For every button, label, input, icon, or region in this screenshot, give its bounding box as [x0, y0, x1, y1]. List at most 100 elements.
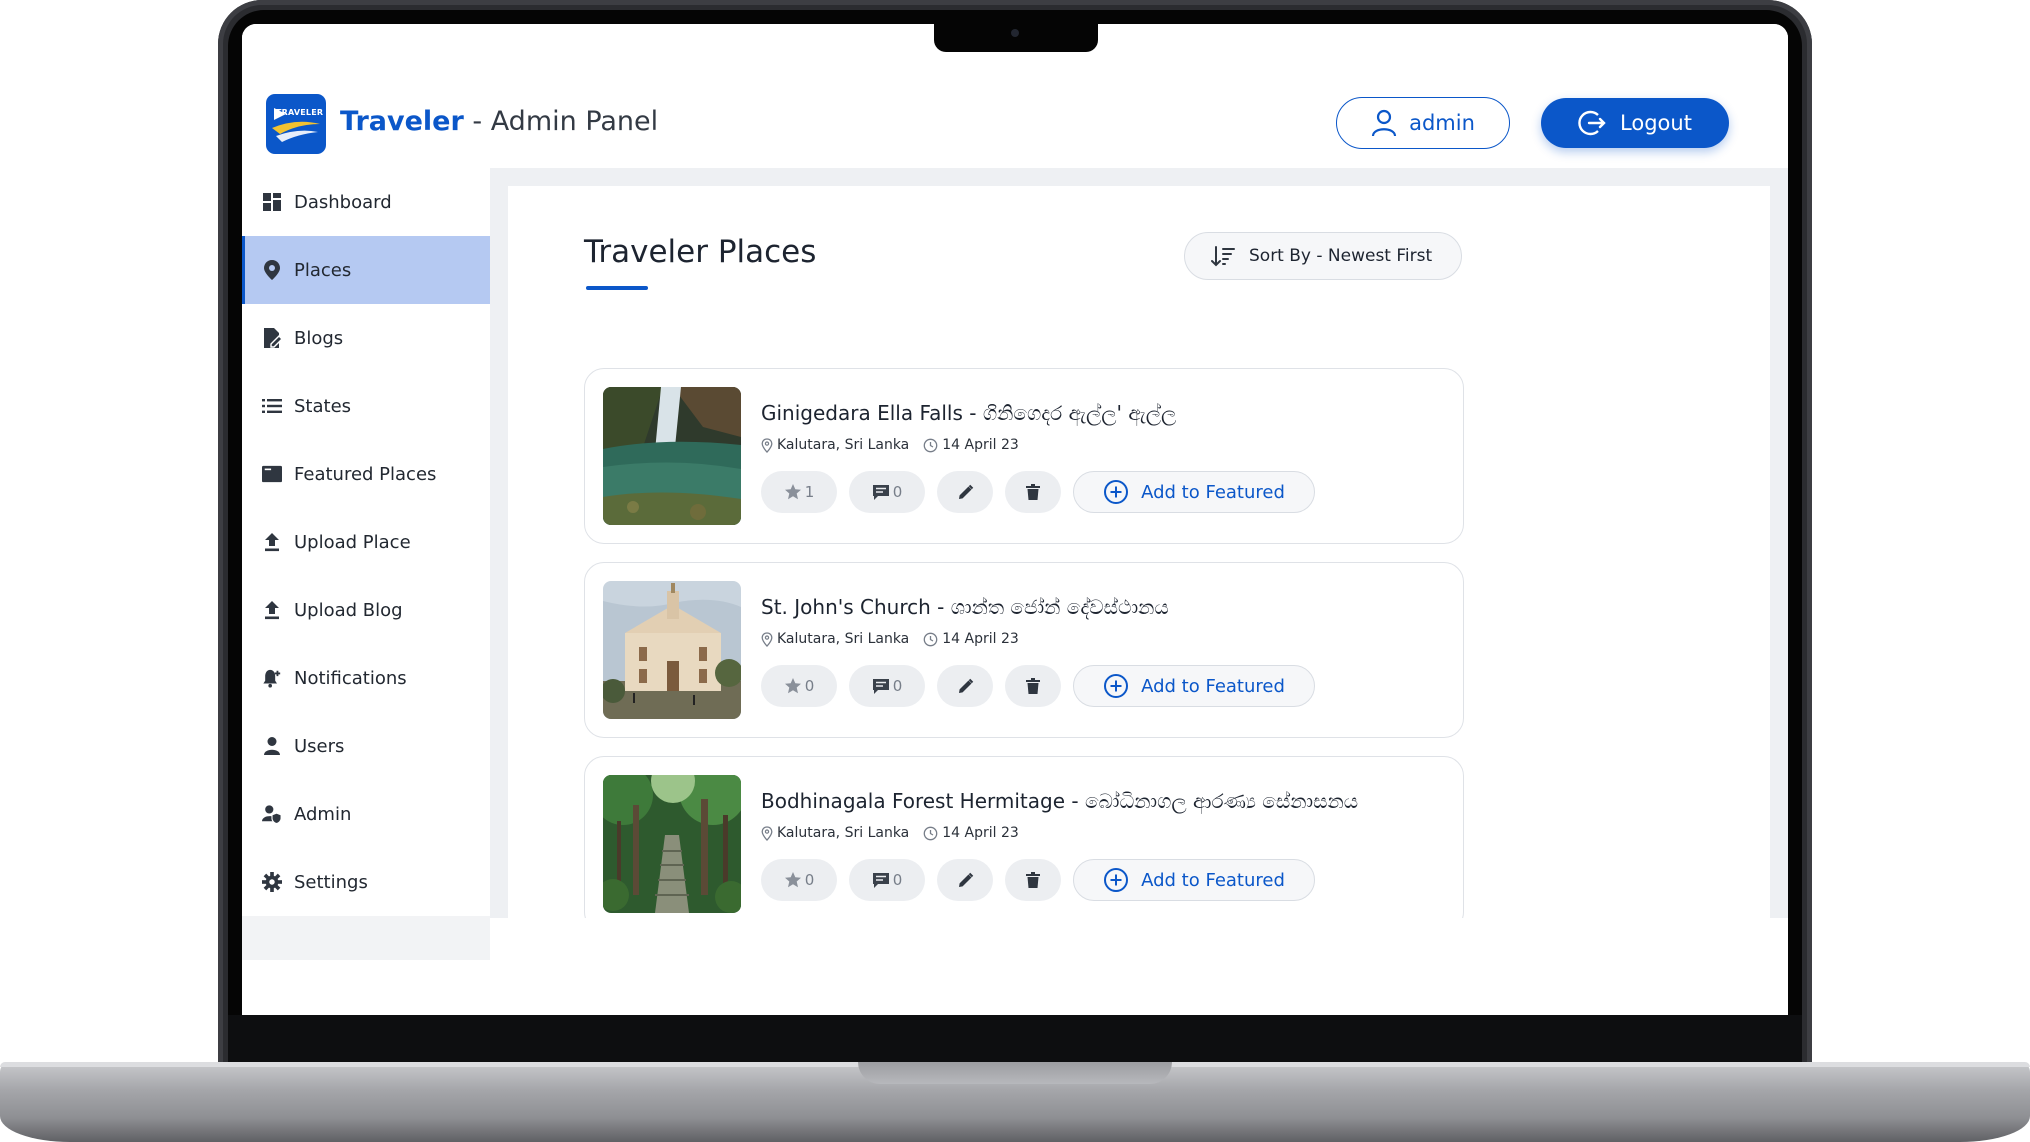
comment-icon [872, 484, 889, 500]
star-icon [784, 678, 801, 694]
place-meta: Kalutara, Sri Lanka 14 April 23 [761, 631, 1019, 647]
traveler-logo: TRAVELER [266, 94, 326, 154]
place-location: Kalutara, Sri Lanka [777, 631, 910, 647]
star-icon [784, 872, 801, 888]
sidebar-item-places[interactable]: Places [242, 236, 490, 304]
trash-icon [1026, 484, 1040, 500]
laptop-chin [228, 1015, 1802, 1065]
edit-button[interactable] [937, 859, 993, 901]
sidebar-item-label: Admin [294, 803, 352, 825]
trash-icon [1026, 678, 1040, 694]
brand-title: Traveler - Admin Panel [340, 106, 658, 137]
sidebar-item-users[interactable]: Users [242, 712, 490, 780]
comment-icon [872, 678, 889, 694]
place-title: Ginigedara Ella Falls - ගිනිගෙදර ඇල්ල' ඇ… [761, 401, 1177, 425]
place-title: St. John's Church - ශාන්ත ජෝන් දේවස්ථානය [761, 595, 1169, 619]
sidebar-item-label: Dashboard [294, 191, 392, 213]
delete-button[interactable] [1005, 665, 1061, 707]
comments-button[interactable]: 0 [849, 665, 925, 707]
place-date: 14 April 23 [942, 825, 1019, 841]
laptop-thumb-notch [858, 1062, 1172, 1084]
sidebar-item-notifications[interactable]: Notifications [242, 644, 490, 712]
featured-icon [262, 464, 282, 484]
sort-icon [1211, 246, 1235, 267]
add-to-featured-label: Add to Featured [1141, 675, 1285, 697]
sidebar-item-label: Settings [294, 871, 368, 893]
plus-circle-icon [1104, 480, 1129, 504]
logo-text: TRAVELER [276, 108, 324, 117]
add-to-featured-button[interactable]: Add to Featured [1073, 665, 1315, 707]
place-thumbnail-church [603, 581, 741, 719]
star-icon [784, 484, 801, 500]
sidebar-item-admin[interactable]: Admin [242, 780, 490, 848]
comments-button[interactable]: 0 [849, 471, 925, 513]
user-outline-icon [1371, 109, 1397, 137]
location-icon [761, 631, 773, 647]
rating-count: 0 [804, 677, 815, 695]
rating-button[interactable]: 0 [761, 859, 837, 901]
trash-icon [1026, 872, 1040, 888]
place-location: Kalutara, Sri Lanka [777, 825, 910, 841]
place-card: Bodhinagala Forest Hermitage - බෝධිනාගල … [584, 756, 1464, 918]
edit-button[interactable] [937, 471, 993, 513]
page-title: Traveler Places [584, 234, 817, 270]
title-underline [586, 286, 648, 290]
clock-icon [923, 632, 938, 646]
delete-button[interactable] [1005, 859, 1061, 901]
add-to-featured-button[interactable]: Add to Featured [1073, 859, 1315, 901]
sidebar-item-upload-blog[interactable]: Upload Blog [242, 576, 490, 644]
rating-count: 1 [804, 483, 815, 501]
sort-button[interactable]: Sort By - Newest First [1184, 232, 1462, 280]
place-date: 14 April 23 [942, 631, 1019, 647]
sidebar-item-label: Upload Blog [294, 599, 403, 621]
sidebar-footer [242, 916, 490, 960]
logout-label: Logout [1620, 111, 1692, 135]
bell-icon [262, 668, 282, 688]
logout-button[interactable]: Logout [1541, 98, 1729, 148]
place-meta: Kalutara, Sri Lanka 14 April 23 [761, 825, 1019, 841]
upload-icon [262, 532, 282, 552]
comment-count: 0 [892, 483, 903, 501]
delete-button[interactable] [1005, 471, 1061, 513]
admin-profile-button[interactable]: admin [1336, 97, 1510, 149]
admin-shield-icon [262, 804, 282, 825]
places-panel: Traveler Places Sort By - Newest First G… [508, 186, 1770, 918]
rating-button[interactable]: 0 [761, 665, 837, 707]
edit-button[interactable] [937, 665, 993, 707]
sidebar-item-label: Notifications [294, 667, 407, 689]
pencil-icon [958, 872, 973, 887]
logo-swoosh-icon [272, 108, 320, 142]
brand-suffix: - Admin Panel [463, 106, 659, 137]
upload-icon [262, 600, 282, 620]
sidebar-item-blogs[interactable]: Blogs [242, 304, 490, 372]
user-icon [262, 736, 282, 756]
sidebar: Dashboard Places Blogs States Featured P… [242, 168, 490, 960]
comments-button[interactable]: 0 [849, 859, 925, 901]
sidebar-item-upload-place[interactable]: Upload Place [242, 508, 490, 576]
comment-count: 0 [892, 871, 903, 889]
sidebar-item-featured-places[interactable]: Featured Places [242, 440, 490, 508]
add-to-featured-button[interactable]: Add to Featured [1073, 471, 1315, 513]
sidebar-item-dashboard[interactable]: Dashboard [242, 168, 490, 236]
sidebar-item-label: Blogs [294, 327, 344, 349]
place-title: Bodhinagala Forest Hermitage - බෝධිනාගල … [761, 789, 1359, 813]
brand-name: Traveler [340, 106, 464, 137]
place-card: St. John's Church - ශාන්ත ජෝන් දේවස්ථානය… [584, 562, 1464, 738]
sidebar-item-label: Places [294, 259, 352, 281]
sidebar-item-states[interactable]: States [242, 372, 490, 440]
blog-edit-icon [262, 328, 282, 348]
sidebar-item-settings[interactable]: Settings [242, 848, 490, 916]
sort-label: Sort By - Newest First [1249, 246, 1433, 266]
comment-count: 0 [892, 677, 903, 695]
pencil-icon [958, 484, 973, 499]
gear-icon [262, 872, 282, 892]
place-thumbnail-forest [603, 775, 741, 913]
sidebar-item-label: Featured Places [294, 463, 437, 485]
clock-icon [923, 438, 938, 452]
sidebar-item-label: Users [294, 735, 345, 757]
add-to-featured-label: Add to Featured [1141, 481, 1285, 503]
rating-button[interactable]: 1 [761, 471, 837, 513]
admin-label: admin [1409, 111, 1475, 135]
place-thumbnail-waterfall [603, 387, 741, 525]
place-actions: 1 0 Add to Featured [761, 471, 1315, 513]
